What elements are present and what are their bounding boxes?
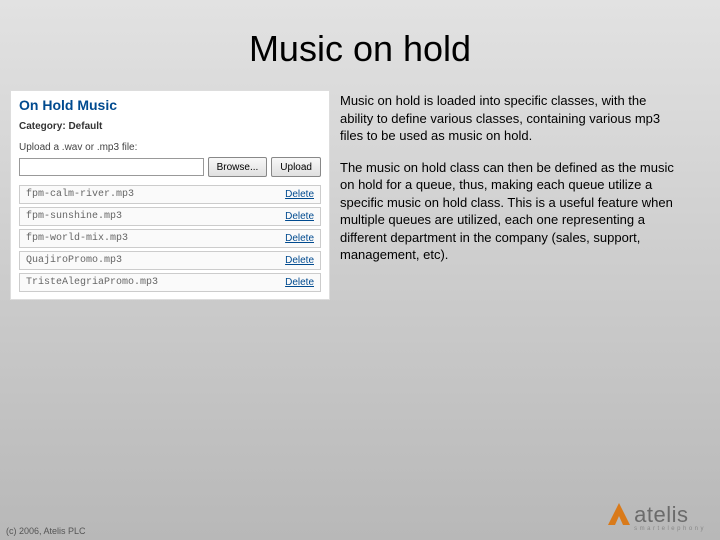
logo-mark-icon <box>606 501 632 532</box>
delete-link[interactable]: Delete <box>285 255 314 266</box>
config-panel: On Hold Music Category: Default Upload a… <box>10 90 330 300</box>
file-name: QuajiroPromo.mp3 <box>26 255 122 266</box>
delete-link[interactable]: Delete <box>285 277 314 288</box>
description-p2: The music on hold class can then be defi… <box>340 159 680 264</box>
upload-row: Browse... Upload <box>19 157 321 177</box>
slide-title: Music on hold <box>0 28 720 70</box>
delete-link[interactable]: Delete <box>285 211 314 222</box>
delete-link[interactable]: Delete <box>285 189 314 200</box>
file-name: TristeAlegriaPromo.mp3 <box>26 277 158 288</box>
file-row: QuajiroPromo.mp3 Delete <box>19 251 321 270</box>
panel-category: Category: Default <box>19 121 321 132</box>
browse-button[interactable]: Browse... <box>208 157 268 177</box>
file-row: fpm-sunshine.mp3 Delete <box>19 207 321 226</box>
file-name: fpm-calm-river.mp3 <box>26 189 134 200</box>
file-name: fpm-world-mix.mp3 <box>26 233 128 244</box>
logo: atelis smartelephony <box>606 501 706 532</box>
file-row: fpm-world-mix.mp3 Delete <box>19 229 321 248</box>
logo-tagline: smartelephony <box>634 526 706 532</box>
file-path-input[interactable] <box>19 158 204 176</box>
description-p1: Music on hold is loaded into specific cl… <box>340 92 680 145</box>
file-row: fpm-calm-river.mp3 Delete <box>19 185 321 204</box>
description-block: Music on hold is loaded into specific cl… <box>340 92 680 278</box>
file-row: TristeAlegriaPromo.mp3 Delete <box>19 273 321 292</box>
upload-button[interactable]: Upload <box>271 157 321 177</box>
file-name: fpm-sunshine.mp3 <box>26 211 122 222</box>
upload-label: Upload a .wav or .mp3 file: <box>19 142 321 153</box>
delete-link[interactable]: Delete <box>285 233 314 244</box>
logo-name: atelis <box>634 504 706 526</box>
panel-title: On Hold Music <box>19 97 321 113</box>
copyright-footer: (c) 2006, Atelis PLC <box>6 526 86 536</box>
